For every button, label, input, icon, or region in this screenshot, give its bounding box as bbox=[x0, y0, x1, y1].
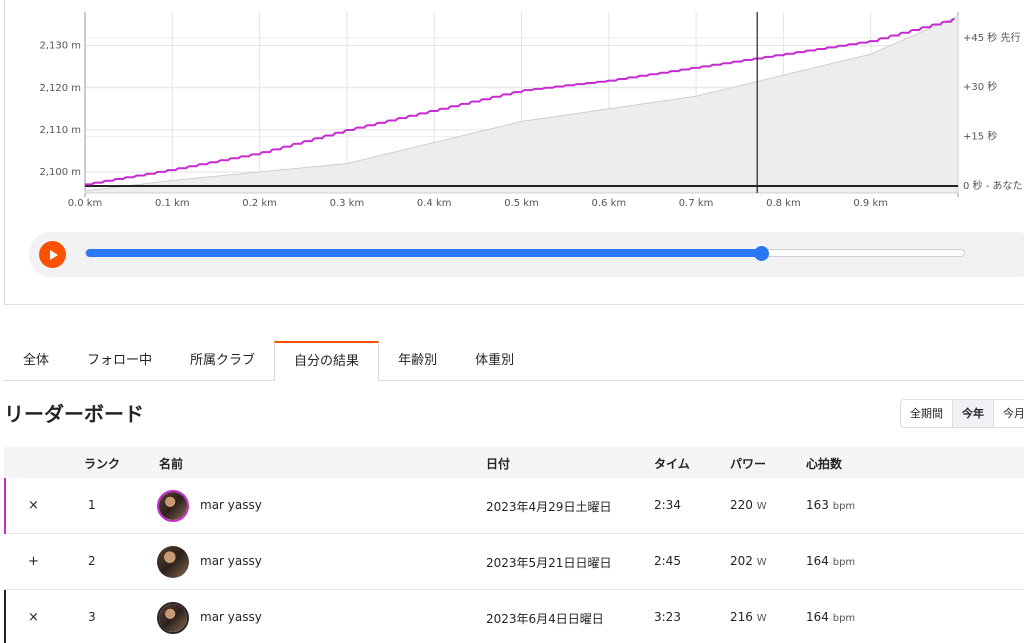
row-rank: 2 bbox=[88, 554, 96, 568]
row-heart-rate: 164 bpm bbox=[806, 554, 855, 568]
y-tick-label-left: 2,120 m bbox=[39, 83, 81, 94]
table-row[interactable]: × 3 mar yassy 2023年6月4日日曜日 3:23 216 W 16… bbox=[4, 590, 1024, 643]
y-tick-label-left: 2,110 m bbox=[39, 125, 81, 136]
power-unit: W bbox=[756, 613, 767, 624]
x-tick-label: 0.8 km bbox=[766, 198, 801, 209]
row-power: 202 W bbox=[730, 554, 767, 568]
power-value: 220 bbox=[730, 498, 753, 512]
hr-value: 164 bbox=[806, 610, 829, 624]
power-unit: W bbox=[756, 557, 767, 568]
remove-from-compare-button[interactable]: × bbox=[28, 498, 39, 513]
hr-unit: bpm bbox=[832, 557, 856, 568]
play-button[interactable] bbox=[39, 241, 66, 268]
filter-this-month[interactable]: 今月 bbox=[994, 400, 1024, 427]
left-axis-ticks: 2,130 m 2,120 m 2,110 m 2,100 m bbox=[39, 41, 81, 178]
filter-this-year[interactable]: 今年 bbox=[953, 400, 994, 427]
segment-chart-panel: 2,130 m 2,120 m 2,110 m 2,100 m +45 秒 先行 +30… bbox=[4, 0, 1024, 305]
x-tick-label: 0.4 km bbox=[417, 198, 452, 209]
hr-value: 163 bbox=[806, 498, 829, 512]
header-time[interactable]: タイム bbox=[654, 455, 690, 472]
row-color-marker bbox=[4, 590, 6, 643]
header-rank[interactable]: ランク bbox=[84, 455, 120, 472]
leaderboard-tabs: 全体 フォロー中 所属クラブ 自分の結果 年齢別 体重別 bbox=[4, 341, 1024, 382]
power-value: 202 bbox=[730, 554, 753, 568]
elevation-pace-chart: 2,130 m 2,120 m 2,110 m 2,100 m +45 秒 先行 +30… bbox=[39, 12, 1023, 209]
power-unit: W bbox=[756, 501, 767, 512]
x-tick-label: 0.0 km bbox=[68, 198, 103, 209]
x-tick-label: 0.2 km bbox=[242, 198, 277, 209]
table-row[interactable]: + 2 mar yassy 2023年5月21日日曜日 2:45 202 W 1… bbox=[4, 534, 1024, 590]
avatar[interactable] bbox=[157, 490, 189, 522]
filter-all-time[interactable]: 全期間 bbox=[901, 400, 953, 427]
y-tick-label-right: +45 秒 先行 bbox=[963, 31, 1020, 44]
header-power[interactable]: パワー bbox=[730, 455, 766, 472]
tab-my-results[interactable]: 自分の結果 bbox=[274, 341, 380, 382]
row-power: 216 W bbox=[730, 610, 767, 624]
table-header: ランク 名前 日付 タイム パワー 心拍数 bbox=[4, 447, 1024, 478]
header-name[interactable]: 名前 bbox=[159, 455, 183, 472]
row-heart-rate: 163 bpm bbox=[806, 498, 855, 512]
y-tick-label-right: +15 秒 bbox=[963, 130, 997, 143]
athlete-name-link[interactable]: mar yassy bbox=[200, 610, 262, 624]
hr-unit: bpm bbox=[832, 613, 856, 624]
x-tick-label: 0.5 km bbox=[504, 198, 539, 209]
row-power: 220 W bbox=[730, 498, 767, 512]
remove-from-compare-button[interactable]: × bbox=[28, 610, 39, 625]
avatar[interactable] bbox=[157, 602, 189, 634]
effort-date-link[interactable]: 2023年4月29日土曜日 bbox=[486, 498, 611, 515]
replay-progress-fill bbox=[86, 249, 762, 257]
x-tick-label: 0.6 km bbox=[591, 198, 626, 209]
row-rank: 1 bbox=[88, 498, 96, 512]
leaderboard-table: ランク 名前 日付 タイム パワー 心拍数 × 1 mar yassy 2023… bbox=[4, 447, 1024, 643]
row-time: 2:45 bbox=[654, 554, 681, 568]
leaderboard-title: リーダーボード bbox=[4, 402, 144, 426]
replay-progress-track[interactable] bbox=[85, 246, 965, 261]
date-range-filter: 全期間 今年 今月 bbox=[900, 399, 1024, 428]
y-tick-label-left: 2,130 m bbox=[39, 41, 81, 52]
row-color-marker bbox=[4, 478, 6, 534]
tab-overall[interactable]: 全体 bbox=[4, 341, 68, 381]
avatar[interactable] bbox=[157, 546, 189, 578]
hr-unit: bpm bbox=[832, 501, 856, 512]
tab-following[interactable]: フォロー中 bbox=[68, 341, 171, 381]
right-axis-ticks: +45 秒 先行 +30 秒 +15 秒 0 秒 - あなた bbox=[963, 31, 1023, 192]
athlete-name-link[interactable]: mar yassy bbox=[200, 554, 262, 568]
x-axis-ticks: 0.0 km 0.1 km 0.2 km 0.3 km 0.4 km 0.5 km 0.6 … bbox=[68, 198, 888, 209]
y-tick-label-right: +30 秒 bbox=[963, 80, 997, 93]
hr-value: 164 bbox=[806, 554, 829, 568]
table-row[interactable]: × 1 mar yassy 2023年4月29日土曜日 2:34 220 W 1… bbox=[4, 478, 1024, 534]
y-tick-label-left: 2,100 m bbox=[39, 167, 81, 178]
replay-player bbox=[29, 232, 1024, 277]
replay-progress-handle[interactable] bbox=[754, 246, 770, 261]
header-date[interactable]: 日付 bbox=[486, 455, 510, 472]
x-tick-label: 0.1 km bbox=[155, 198, 190, 209]
y-tick-label-right: 0 秒 - あなた bbox=[963, 179, 1023, 192]
x-tick-label: 0.9 km bbox=[853, 198, 888, 209]
add-to-compare-button[interactable]: + bbox=[28, 554, 39, 569]
x-tick-label: 0.3 km bbox=[330, 198, 365, 209]
row-time: 3:23 bbox=[654, 610, 681, 624]
tab-my-clubs[interactable]: 所属クラブ bbox=[171, 341, 274, 381]
tab-age-group[interactable]: 年齢別 bbox=[379, 341, 456, 381]
tab-weight-class[interactable]: 体重別 bbox=[456, 341, 533, 381]
header-heart-rate[interactable]: 心拍数 bbox=[806, 455, 842, 472]
row-rank: 3 bbox=[88, 610, 96, 624]
x-tick-label: 0.7 km bbox=[679, 198, 714, 209]
power-value: 216 bbox=[730, 610, 753, 624]
athlete-name-link[interactable]: mar yassy bbox=[200, 498, 262, 512]
row-heart-rate: 164 bpm bbox=[806, 610, 855, 624]
play-icon bbox=[49, 249, 58, 260]
row-time: 2:34 bbox=[654, 498, 681, 512]
effort-date-link[interactable]: 2023年5月21日日曜日 bbox=[486, 554, 611, 571]
effort-date-link[interactable]: 2023年6月4日日曜日 bbox=[486, 610, 604, 627]
